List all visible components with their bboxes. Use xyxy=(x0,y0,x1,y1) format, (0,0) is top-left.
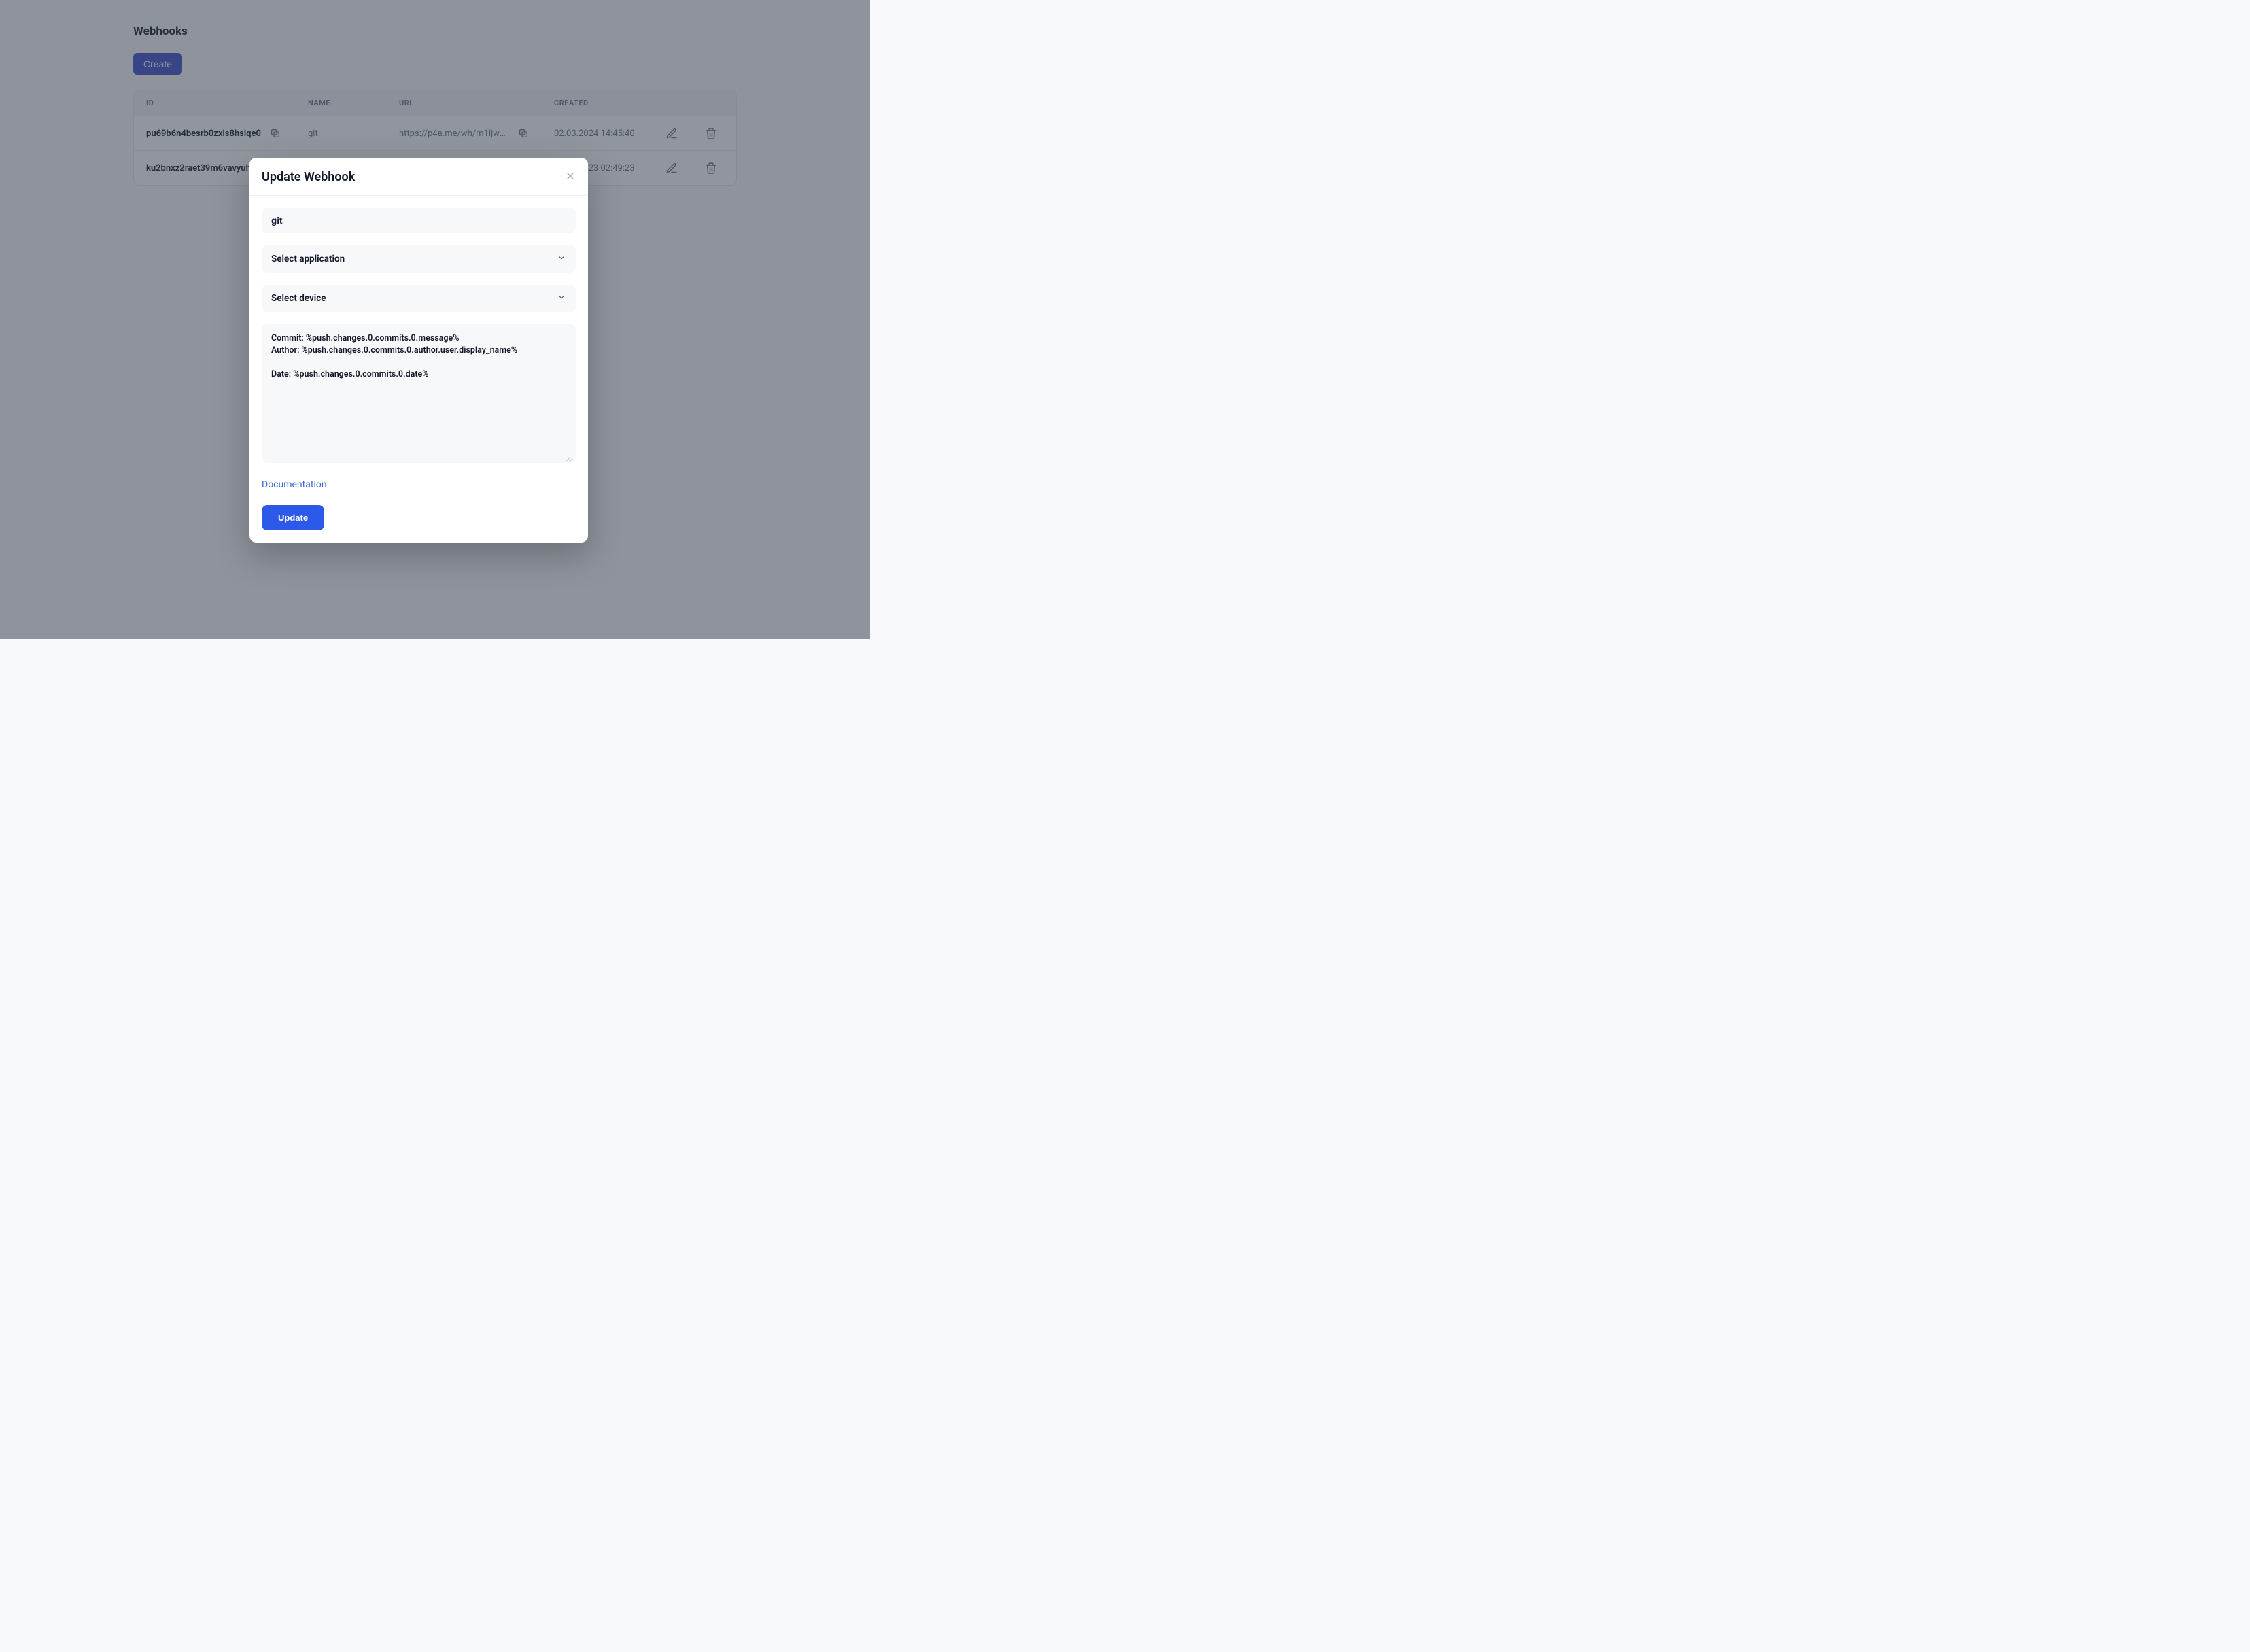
webhook-name-input[interactable] xyxy=(262,208,576,233)
close-icon xyxy=(565,171,576,182)
select-device-label: Select device xyxy=(271,293,326,304)
resize-handle[interactable] xyxy=(566,453,573,460)
update-webhook-modal: Update Webhook Select application Select… xyxy=(249,158,588,543)
template-textarea[interactable] xyxy=(262,324,576,460)
chevron-down-icon xyxy=(557,253,566,265)
documentation-link[interactable]: Documentation xyxy=(262,479,327,490)
select-application-label: Select application xyxy=(271,254,345,264)
chevron-down-icon xyxy=(557,292,566,305)
update-button[interactable]: Update xyxy=(262,505,324,530)
modal-title: Update Webhook xyxy=(262,170,355,184)
select-device-dropdown[interactable]: Select device xyxy=(262,285,576,312)
close-modal-button[interactable] xyxy=(565,171,576,184)
select-application-dropdown[interactable]: Select application xyxy=(262,245,576,273)
